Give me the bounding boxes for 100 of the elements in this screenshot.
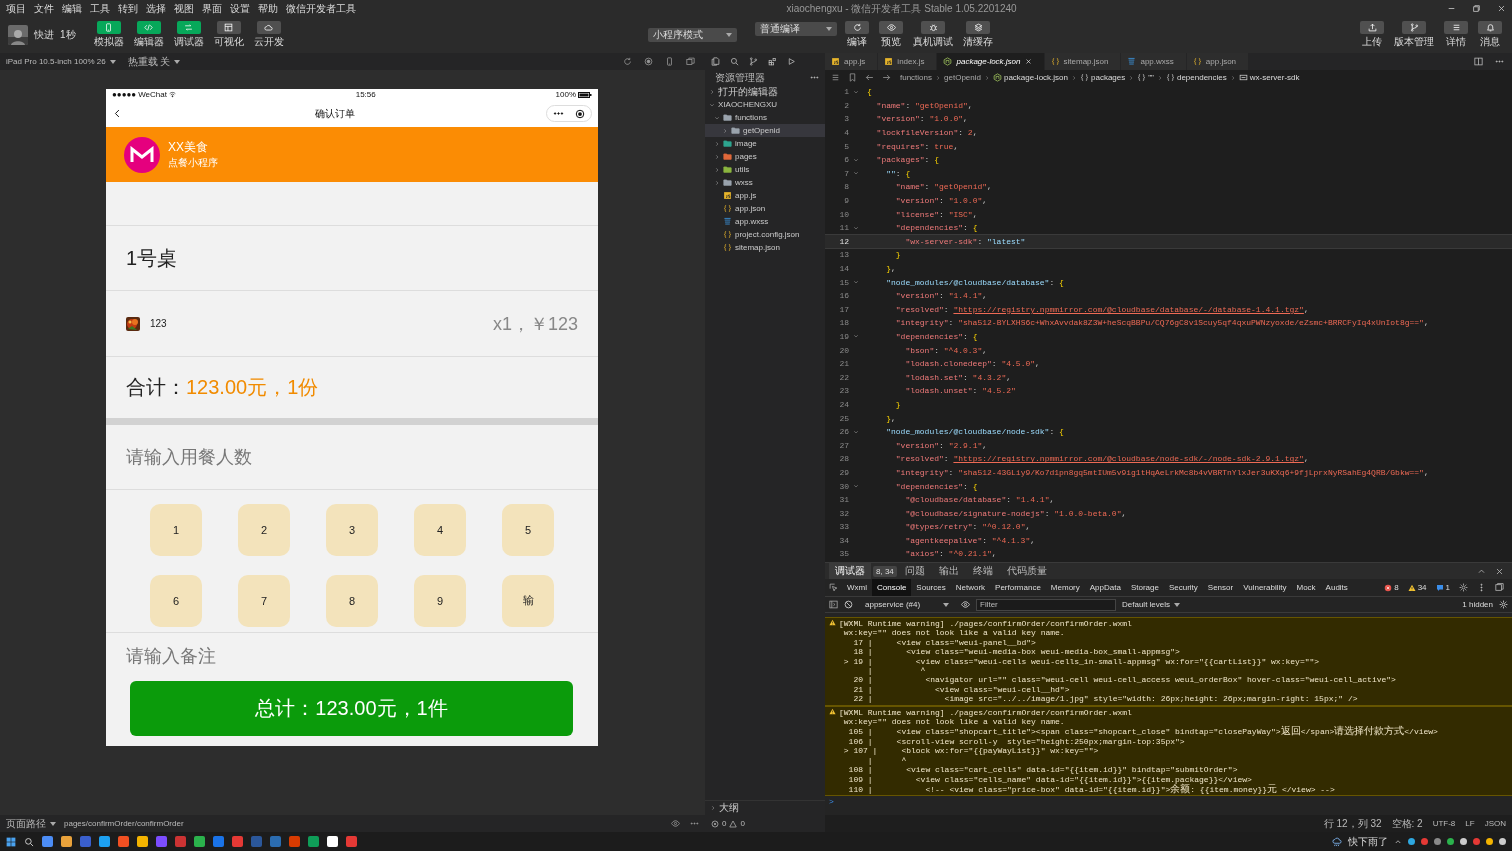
- taskbar-app-icon[interactable]: [289, 836, 300, 847]
- maximize-icon[interactable]: [1472, 4, 1481, 13]
- toggle-button[interactable]: 调试器: [171, 21, 206, 49]
- toolbar-button[interactable]: 版本管理: [1392, 21, 1436, 49]
- breadcrumb-item[interactable]: packages: [1080, 73, 1126, 82]
- devtools-tab[interactable]: Network: [950, 579, 991, 596]
- editor-tab[interactable]: app.js: [825, 53, 879, 70]
- tree-item[interactable]: wxss: [705, 176, 825, 189]
- devtools-tab[interactable]: Audits: [1320, 579, 1353, 596]
- toggle-button[interactable]: 云开发: [251, 21, 286, 49]
- play-icon[interactable]: [787, 57, 796, 66]
- compile-dropdown[interactable]: 普通编译: [755, 22, 838, 36]
- panel-tab[interactable]: 调试器: [829, 563, 871, 579]
- menu-item[interactable]: 视图: [174, 1, 194, 16]
- windows-logo-icon[interactable]: [6, 836, 16, 847]
- fold-chevron-icon[interactable]: [853, 483, 859, 489]
- filter-field[interactable]: Filter: [976, 598, 1116, 611]
- settings-icon[interactable]: [1459, 583, 1468, 592]
- chevron-up-icon[interactable]: [1394, 837, 1402, 846]
- menu-item[interactable]: 设置: [230, 1, 250, 16]
- fold-chevron-icon[interactable]: [853, 279, 859, 286]
- toolbar-button[interactable]: 编译: [843, 21, 872, 49]
- levels-dropdown[interactable]: Default levels: [1122, 600, 1181, 609]
- files-icon[interactable]: [711, 57, 720, 66]
- list-icon[interactable]: [831, 73, 840, 82]
- devtools-tab[interactable]: Sensor: [1202, 579, 1239, 596]
- tree-item[interactable]: pages: [705, 150, 825, 163]
- taskbar-app-icon[interactable]: [137, 836, 148, 847]
- more-icon[interactable]: [690, 819, 699, 828]
- console-prompt[interactable]: >: [825, 796, 838, 808]
- taskbar-app-icon[interactable]: [175, 836, 186, 847]
- menu-item[interactable]: 工具: [90, 1, 110, 16]
- panel-tab[interactable]: 输出: [932, 563, 965, 579]
- tree-item[interactable]: getOpenid: [705, 124, 825, 137]
- menu-item[interactable]: 文件: [34, 1, 54, 16]
- keypad-key[interactable]: 9: [414, 574, 466, 627]
- device-selector[interactable]: iPad Pro 10.5-inch 100% 26: [6, 57, 116, 66]
- tree-item[interactable]: app.wxss: [705, 215, 825, 228]
- editor-tab[interactable]: package-lock.json: [937, 53, 1045, 70]
- section-header[interactable]: 打开的编辑器: [705, 85, 825, 98]
- keypad-key[interactable]: 4: [414, 504, 466, 556]
- tree-item[interactable]: app.js: [705, 189, 825, 202]
- refresh-icon[interactable]: [623, 57, 632, 66]
- editor-tab[interactable]: app.json: [1186, 53, 1250, 70]
- panel-tab[interactable]: 问题: [898, 563, 931, 579]
- taskbar-app-icon[interactable]: [308, 836, 319, 847]
- menu-item[interactable]: 选择: [146, 1, 166, 16]
- devtools-tab[interactable]: Storage: [1125, 579, 1164, 596]
- keypad-key[interactable]: 输: [502, 574, 554, 627]
- breadcrumb-item[interactable]: functions: [900, 73, 933, 82]
- status-item[interactable]: UTF-8: [1432, 819, 1456, 828]
- hot-reload-toggle[interactable]: 热重载 关: [127, 54, 181, 69]
- devtools-tab[interactable]: Vulnerability: [1238, 579, 1292, 596]
- breadcrumb-item[interactable]: dependencies: [1165, 73, 1227, 82]
- dock-icon[interactable]: [1495, 583, 1504, 592]
- taskbar-app-icon[interactable]: [346, 836, 357, 847]
- search-icon[interactable]: [24, 836, 34, 847]
- keypad-key[interactable]: 8: [326, 574, 378, 627]
- more-icon[interactable]: [1477, 583, 1486, 592]
- taskbar-app-icon[interactable]: [99, 836, 110, 847]
- taskbar-app-icon[interactable]: [213, 836, 224, 847]
- tree-item[interactable]: app.json: [705, 202, 825, 215]
- page-path-label[interactable]: 页面路径: [6, 816, 56, 831]
- clear-icon[interactable]: [844, 600, 853, 609]
- taskbar-app-icon[interactable]: [80, 836, 91, 847]
- more-icon[interactable]: [1495, 57, 1504, 66]
- close-icon[interactable]: [1495, 566, 1504, 576]
- windows-icon[interactable]: [686, 57, 695, 66]
- extensions-icon[interactable]: [768, 57, 777, 66]
- breadcrumb-item[interactable]: package-lock.json: [992, 73, 1068, 82]
- devtools-tab[interactable]: Security: [1163, 579, 1203, 596]
- panel-tab[interactable]: 终端: [966, 563, 999, 579]
- fold-chevron-icon[interactable]: [853, 333, 859, 340]
- devtools-tab[interactable]: Mock: [1291, 579, 1321, 596]
- toolbar-button[interactable]: 清缓存: [961, 21, 996, 49]
- keypad-key[interactable]: 6: [150, 574, 202, 627]
- editor-tab[interactable]: app.wxss: [1121, 53, 1187, 70]
- status-item[interactable]: LF: [1465, 819, 1475, 828]
- keypad-key[interactable]: 2: [238, 504, 290, 556]
- toolbar-button[interactable]: 消息: [1476, 21, 1504, 49]
- devtools-tab[interactable]: Wxml: [842, 579, 872, 596]
- status-item[interactable]: JSON: [1484, 819, 1506, 828]
- eye-icon[interactable]: [671, 819, 680, 828]
- tree-item[interactable]: project.config.json: [705, 228, 825, 241]
- toolbar-button[interactable]: 预览: [877, 21, 906, 49]
- close-icon[interactable]: [1497, 4, 1506, 13]
- tree-item[interactable]: utils: [705, 163, 825, 176]
- panel-tab[interactable]: 代码质量: [1000, 563, 1053, 579]
- back-arrow-icon[interactable]: [865, 73, 874, 82]
- keypad-key[interactable]: 3: [326, 504, 378, 556]
- devtools-tab[interactable]: Memory: [1045, 579, 1085, 596]
- status-item[interactable]: 空格: 2: [1391, 816, 1423, 831]
- mode-dropdown[interactable]: 小程序模式: [648, 28, 738, 42]
- menu-item[interactable]: 微信开发者工具: [286, 1, 356, 16]
- people-input-field[interactable]: 请输入用餐人数: [106, 425, 598, 490]
- menu-item[interactable]: 界面: [202, 1, 222, 16]
- fold-chevron-icon[interactable]: [853, 428, 859, 435]
- devtools-tab[interactable]: Sources: [911, 579, 951, 596]
- fold-chevron-icon[interactable]: [853, 224, 859, 231]
- more-icon[interactable]: [810, 73, 819, 82]
